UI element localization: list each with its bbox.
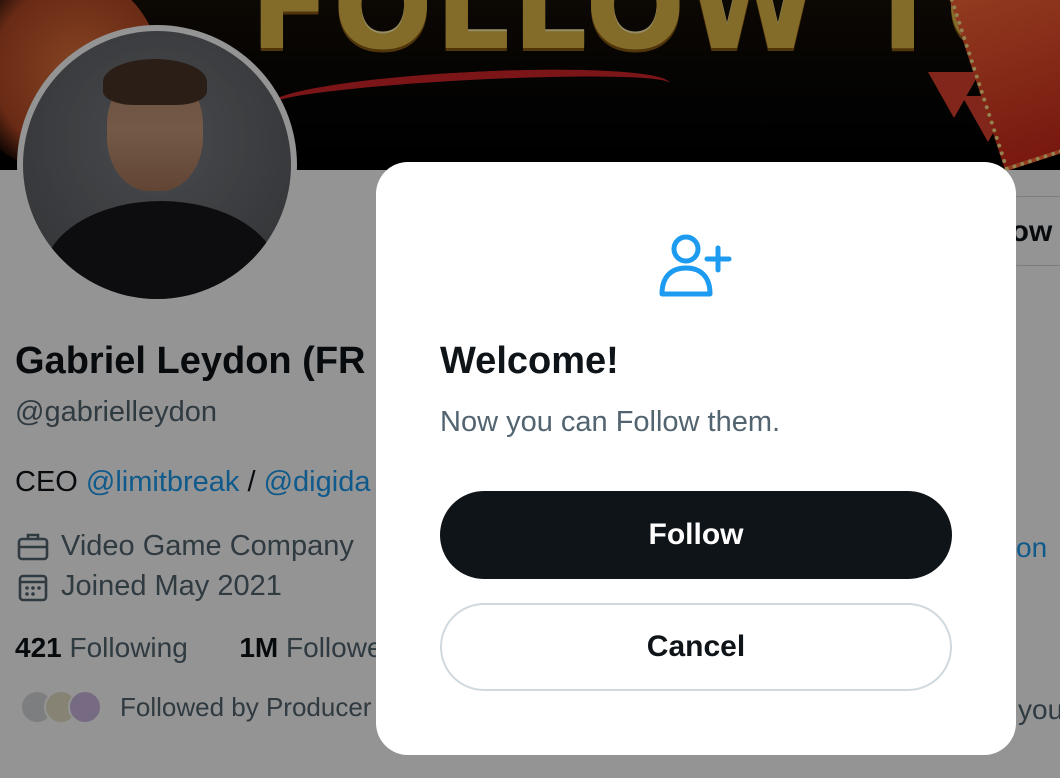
dialog-subtitle: Now you can Follow them.: [440, 406, 781, 438]
cancel-button[interactable]: Cancel: [440, 603, 952, 691]
dialog-title: Welcome!: [440, 340, 619, 382]
person-add-icon: [659, 234, 732, 297]
follow-button[interactable]: Follow: [440, 491, 952, 579]
welcome-dialog: Welcome! Now you can Follow them. Follow…: [376, 162, 1016, 755]
